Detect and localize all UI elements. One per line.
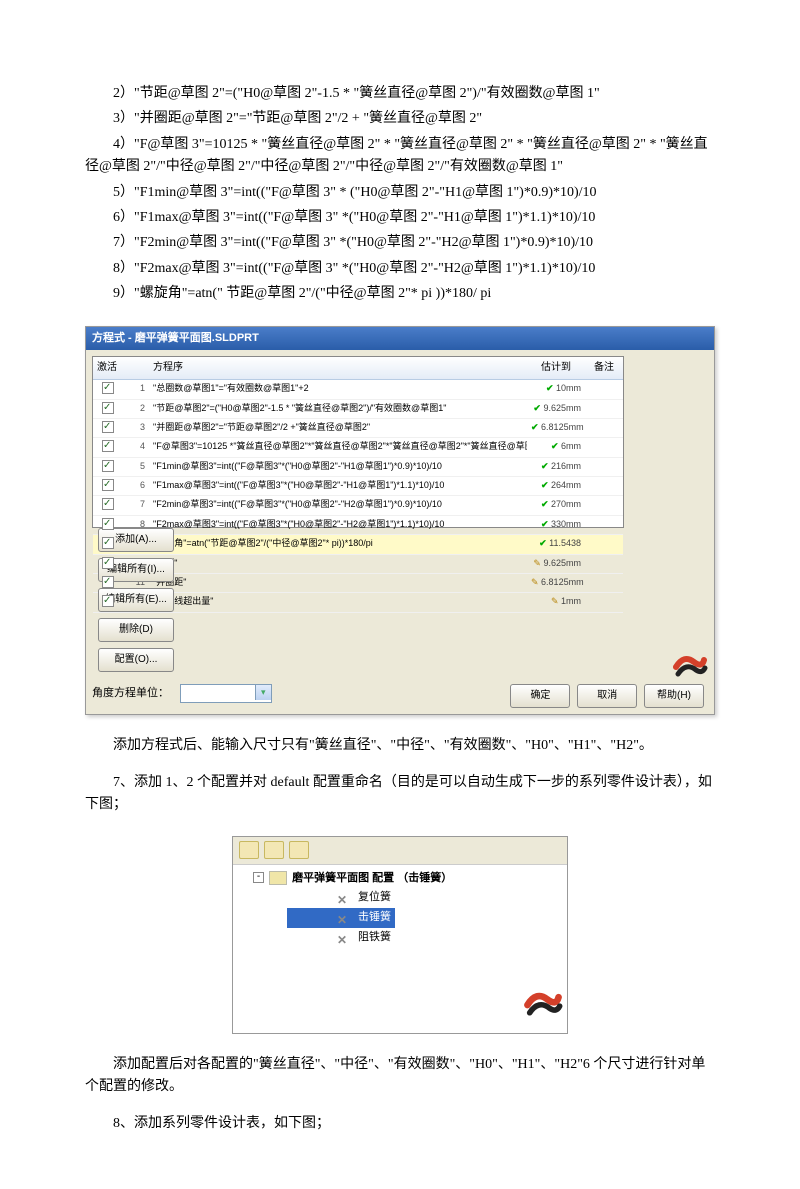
pencil-icon: ✎ [531, 577, 539, 587]
config-toolbar [233, 837, 567, 865]
config-item[interactable]: ✕ 复位簧 [287, 888, 391, 908]
row-checkbox[interactable] [102, 460, 114, 472]
row-checkbox[interactable] [102, 595, 114, 607]
dialog-titlebar: 方程式 - 磨平弹簧平面图.SLDPRT [86, 327, 714, 351]
check-icon: ✔ [539, 538, 547, 548]
check-icon: ✔ [541, 461, 549, 471]
row-checkbox[interactable] [102, 498, 114, 510]
eq-line: 2）"节距@草图 2"=("H0@草图 2"-1.5 * "簧丝直径@草图 2"… [85, 83, 715, 105]
col-value: 估计到 [527, 357, 585, 379]
equation-row[interactable]: 4"F@草图3"=10125 *"簧丝直径@草图2"*"簧丝直径@草图2"*"簧… [93, 438, 623, 457]
unit-combo[interactable] [180, 684, 272, 703]
check-icon: ✔ [551, 441, 559, 451]
row-checkbox[interactable] [102, 382, 114, 394]
col-active: 激活 [93, 357, 123, 379]
config-icon: ✕ [337, 911, 353, 923]
eq-line: 5）"F1min@草图 3"=int(("F@草图 3" * ("H0@草图 2… [85, 182, 715, 204]
row-checkbox[interactable] [102, 440, 114, 452]
equation-row[interactable]: 5"F1min@草图3"=int(("F@草图3"*("H0@草图2"-"H1@… [93, 458, 623, 477]
equation-lines: 2）"节距@草图 2"=("H0@草图 2"-1.5 * "簧丝直径@草图 2"… [85, 83, 715, 306]
equation-row[interactable]: 1"总圈数@草图1"="有效圈数@草图1"+2✔ 10mm [93, 380, 623, 399]
eq-line: 9）"螺旋角"=atn(" 节距@草图 2"/("中径@草图 2"* pi ))… [85, 283, 715, 305]
equations-dialog: 方程式 - 磨平弹簧平面图.SLDPRT 激活 方程序 估计到 备注 1"总圈数… [85, 326, 715, 716]
equation-row[interactable]: 3"并圈距@草图2"="节距@草图2"/2 +"簧丝直径@草图2"✔ 6.812… [93, 419, 623, 438]
paragraph-2: 7、添加 1、2 个配置并对 default 配置重命名（目的是可以自动生成下一… [85, 772, 715, 817]
toolbar-icon[interactable] [239, 841, 259, 859]
config-icon: ✕ [337, 931, 353, 943]
delete-button[interactable]: 删除(D) [98, 618, 174, 642]
check-icon: ✔ [541, 519, 549, 529]
row-checkbox[interactable] [102, 421, 114, 433]
check-icon: ✔ [531, 422, 539, 432]
row-checkbox[interactable] [102, 576, 114, 588]
equation-row[interactable]: 7"F2min@草图3"=int(("F@草图3"*("H0@草图2"-"H2@… [93, 496, 623, 515]
check-icon: ✔ [533, 403, 541, 413]
check-icon: ✔ [541, 499, 549, 509]
part-icon [269, 871, 287, 885]
equations-list: 激活 方程序 估计到 备注 1"总圈数@草图1"="有效圈数@草图1"+2✔ 1… [92, 356, 624, 528]
row-checkbox[interactable] [102, 518, 114, 530]
config-root[interactable]: - 磨平弹簧平面图 配置 （击锤簧） [237, 869, 563, 889]
check-icon: ✔ [546, 383, 554, 393]
row-checkbox[interactable] [102, 479, 114, 491]
toolbar-icon[interactable] [264, 841, 284, 859]
collapse-icon[interactable]: - [253, 872, 264, 883]
sw-logo-icon [523, 988, 563, 1029]
eq-line: 8）"F2max@草图 3"=int(("F@草图 3" *("H0@草图 2"… [85, 258, 715, 280]
equation-row[interactable]: 6"F1max@草图3"=int(("F@草图3"*("H0@草图2"-"H1@… [93, 477, 623, 496]
paragraph-1: 添加方程式后、能输入尺寸只有"簧丝直径"、"中径"、"有效圈数"、"H0"、"H… [85, 735, 715, 757]
unit-label: 角度方程单位： [92, 685, 169, 703]
row-checkbox[interactable] [102, 402, 114, 414]
configuration-panel: - 磨平弹簧平面图 配置 （击锤簧） ✕ 复位簧✕ 击锤簧✕ 阻铁簧 [232, 836, 568, 1034]
row-checkbox[interactable] [102, 537, 114, 549]
eq-line: 4）"F@草图 3"=10125 * "簧丝直径@草图 2" * "簧丝直径@草… [85, 134, 715, 179]
ok-button[interactable]: 确定 [510, 684, 570, 708]
equation-row[interactable]: 2"节距@草图2"=("H0@草图2"-1.5 * "簧丝直径@草图2")/"有… [93, 400, 623, 419]
config-item[interactable]: ✕ 阻铁簧 [287, 928, 391, 948]
cancel-button[interactable]: 取消 [577, 684, 637, 708]
row-checkbox[interactable] [102, 557, 114, 569]
pencil-icon: ✎ [551, 596, 559, 606]
eq-line: 6）"F1max@草图 3"=int(("F@草图 3" *("H0@草图 2"… [85, 207, 715, 229]
pencil-icon: ✎ [533, 558, 541, 568]
config-item[interactable]: ✕ 击锤簧 [287, 908, 395, 928]
config-button[interactable]: 配置(O)... [98, 648, 174, 672]
sw-logo-icon [672, 652, 708, 682]
toolbar-icon[interactable] [289, 841, 309, 859]
col-formula: 方程序 [149, 357, 527, 379]
check-icon: ✔ [541, 480, 549, 490]
paragraph-3: 添加配置后对各配置的"簧丝直径"、"中径"、"有效圈数"、"H0"、"H1"、"… [85, 1054, 715, 1099]
eq-line: 3）"并圈距@草图 2"="节距@草图 2"/2 + "簧丝直径@草图 2" [85, 108, 715, 130]
col-note: 备注 [585, 357, 623, 379]
config-icon: ✕ [337, 891, 353, 903]
help-button[interactable]: 帮助(H) [644, 684, 704, 708]
eq-line: 7）"F2min@草图 3"=int(("F@草图 3" *("H0@草图 2"… [85, 232, 715, 254]
